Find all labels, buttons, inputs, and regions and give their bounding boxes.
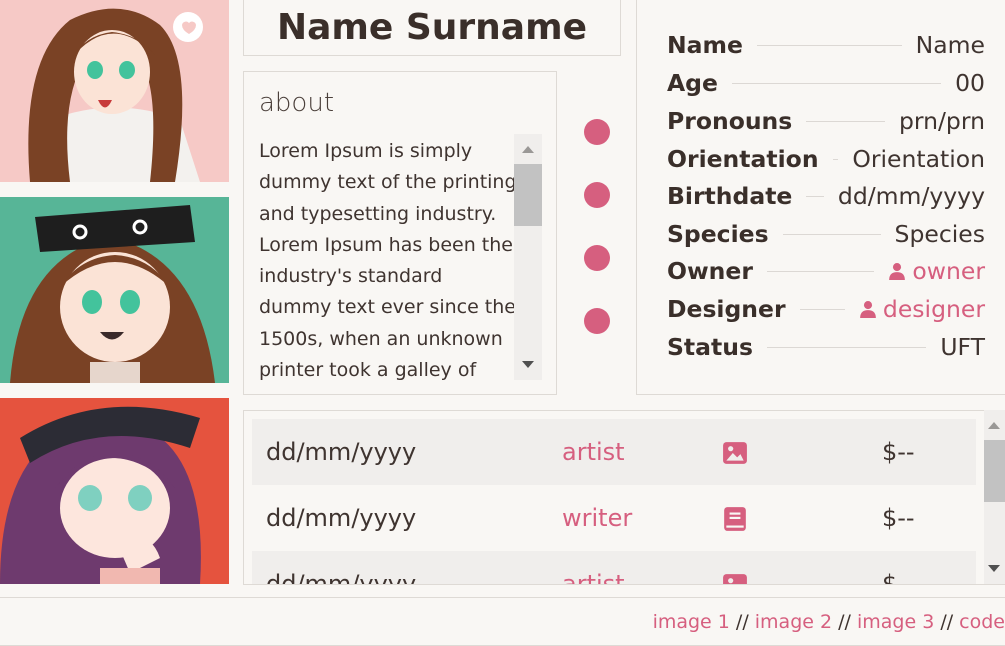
stat-value: Orientation [852, 145, 985, 173]
stat-row-pronouns: Pronouns prn/prn [667, 102, 985, 140]
credit-link-image-3[interactable]: image 3 [857, 611, 934, 633]
scroll-down-icon[interactable] [522, 361, 534, 368]
stat-row-orientation: Orientation Orientation [667, 140, 985, 178]
about-panel: about Lorem Ipsum is simply dummy text o… [243, 71, 557, 395]
owner-link[interactable]: owner [888, 257, 985, 285]
stat-value: prn/prn [898, 107, 985, 135]
image-icon[interactable] [722, 440, 748, 466]
table-row: dd/mm/yyyy writer $-- [252, 485, 976, 551]
portrait-image-3 [0, 398, 229, 584]
history-table: dd/mm/yyyy artist $-- dd/mm/yyyy writer … [243, 410, 1005, 585]
user-icon [860, 301, 876, 318]
about-heading: about [259, 88, 335, 118]
divider [806, 195, 824, 197]
table-row: dd/mm/yyyy artist $-- [252, 419, 976, 485]
stat-value: dd/mm/yyyy [837, 182, 985, 210]
stat-row-designer: Designer designer [667, 290, 985, 328]
stat-label: Pronouns [667, 107, 793, 135]
credit-link-image-2[interactable]: image 2 [755, 611, 832, 633]
stat-label: Status [667, 333, 753, 361]
scroll-up-icon[interactable] [988, 422, 1000, 429]
stat-label: Designer [667, 295, 786, 323]
row-role-link[interactable]: artist [562, 570, 625, 584]
row-price: $-- [882, 504, 915, 532]
footer-credits: image 1 // image 2 // image 3 // code [653, 611, 1005, 633]
nav-dot-1[interactable] [584, 119, 610, 145]
divider [731, 82, 942, 84]
stat-label: Owner [667, 257, 753, 285]
credit-link-code[interactable]: code [959, 611, 1005, 633]
separator: // [934, 611, 960, 633]
divider [782, 233, 881, 235]
about-scrollbar[interactable] [514, 134, 542, 380]
nav-dot-3[interactable] [584, 245, 610, 271]
separator: // [832, 611, 857, 633]
row-price: $-- [882, 570, 915, 585]
stat-row-owner: Owner owner [667, 252, 985, 290]
divider [756, 44, 902, 46]
stat-label: Age [667, 69, 718, 97]
portrait-image-1 [0, 0, 229, 182]
nav-dot-2[interactable] [584, 182, 610, 208]
stats-panel: Name Name Age 00 Pronouns prn/prn Orient… [636, 0, 1005, 395]
row-role-link[interactable]: writer [562, 504, 632, 532]
stat-row-age: Age 00 [667, 64, 985, 102]
stat-value: Species [894, 220, 985, 248]
row-date: dd/mm/yyyy [266, 504, 417, 532]
scrollbar-thumb[interactable] [514, 164, 542, 226]
divider [832, 158, 839, 160]
scroll-down-icon[interactable] [988, 565, 1000, 572]
row-role-link[interactable]: artist [562, 438, 625, 466]
row-date: dd/mm/yyyy [266, 438, 417, 466]
separator: // [729, 611, 755, 633]
row-date: dd/mm/yyyy [266, 570, 417, 585]
stat-value: 00 [955, 69, 985, 97]
divider [799, 308, 845, 310]
designer-name[interactable]: designer [883, 295, 985, 323]
image-icon[interactable] [722, 572, 748, 585]
stat-row-name: Name Name [667, 26, 985, 64]
stat-value: Name [915, 31, 985, 59]
stat-row-status: Status UFT [667, 328, 985, 366]
user-icon [889, 263, 906, 280]
portrait-image-2 [0, 197, 229, 383]
row-price: $-- [882, 438, 915, 466]
stat-label: Birthdate [667, 182, 793, 210]
stat-row-birthdate: Birthdate dd/mm/yyyy [667, 177, 985, 215]
divider [806, 120, 885, 122]
footer: image 1 // image 2 // image 3 // code [0, 597, 1005, 646]
credit-link-image-1[interactable]: image 1 [653, 611, 730, 633]
table-row: dd/mm/yyyy artist $-- [252, 551, 976, 585]
designer-link[interactable]: designer [859, 295, 985, 323]
stat-label: Orientation [667, 145, 819, 173]
divider [766, 270, 875, 272]
owner-name[interactable]: owner [912, 257, 985, 285]
stat-value: UFT [940, 333, 985, 361]
stat-label: Name [667, 31, 743, 59]
divider [766, 346, 927, 348]
nav-dot-4[interactable] [584, 308, 610, 334]
page-title: Name Surname [243, 0, 621, 56]
about-text: Lorem Ipsum is simply dummy text of the … [259, 140, 517, 382]
book-icon[interactable] [722, 506, 748, 532]
table-scrollbar[interactable] [984, 410, 1005, 584]
scrollbar-thumb[interactable] [984, 440, 1005, 502]
scroll-up-icon[interactable] [522, 146, 534, 153]
stat-row-species: Species Species [667, 215, 985, 253]
stat-label: Species [667, 220, 769, 248]
